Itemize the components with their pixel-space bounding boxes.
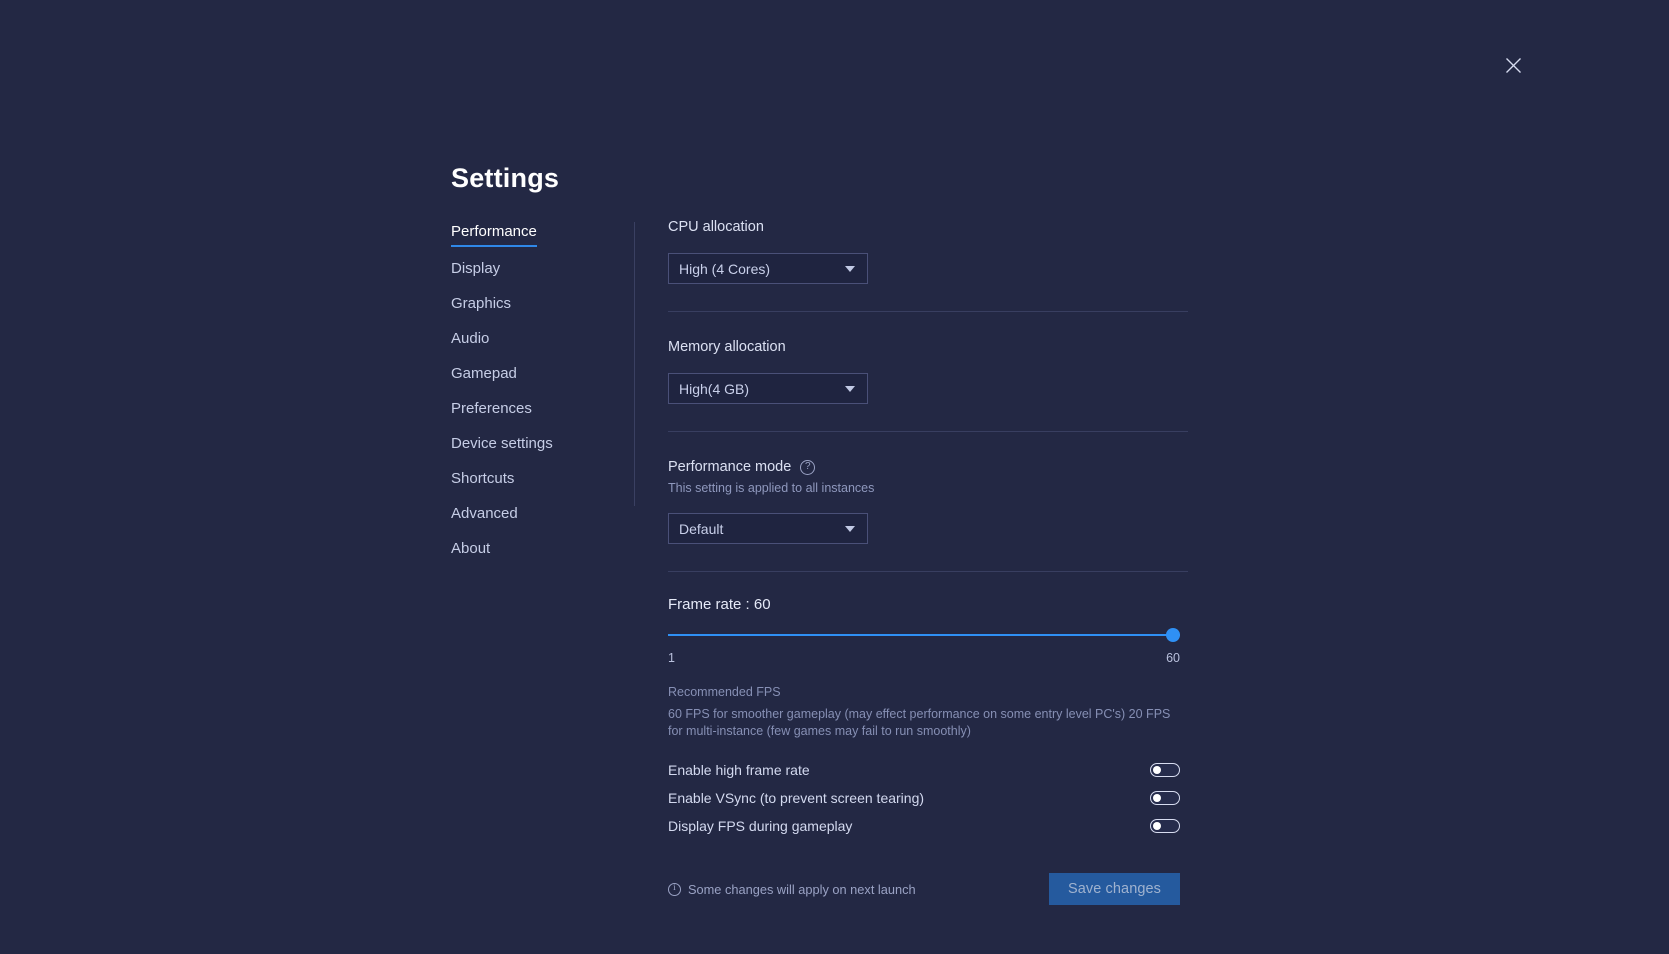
cpu-allocation-value: High (4 Cores) <box>679 260 771 277</box>
page-title: Settings <box>451 163 560 193</box>
enable-high-frame-rate-label: Enable high frame rate <box>668 762 810 778</box>
slider-scale: 1 60 <box>668 651 1180 665</box>
enable-vsync-toggle[interactable] <box>1150 791 1180 805</box>
chevron-down-icon <box>845 525 855 532</box>
info-circle-icon: i <box>668 882 681 896</box>
sidebar-item-shortcuts[interactable]: Shortcuts <box>451 470 514 492</box>
next-launch-note: i Some changes will apply on next launch <box>668 882 916 897</box>
recommended-fps-body: 60 FPS for smoother gameplay (may effect… <box>668 707 1171 738</box>
next-launch-note-text: Some changes will apply on next launch <box>688 881 916 897</box>
sidebar-item-display[interactable]: Display <box>451 260 500 282</box>
memory-allocation-section: Memory allocation High(4 GB) <box>668 312 1188 431</box>
performance-mode-label: Performance mode <box>668 459 792 475</box>
close-window-button[interactable] <box>1500 52 1526 78</box>
sidebar-content-divider <box>634 222 635 506</box>
performance-mode-section: Performance mode ? This setting is appli… <box>668 432 1188 571</box>
frame-rate-toggle-list: Enable high frame rate Enable VSync (to … <box>668 756 1188 840</box>
settings-content-panel: CPU allocation High (4 Cores) Memory all… <box>668 218 1188 905</box>
enable-high-frame-rate-toggle[interactable] <box>1150 763 1180 777</box>
slider-fill <box>668 634 1180 636</box>
toggle-row: Enable high frame rate <box>668 756 1180 784</box>
sidebar-item-advanced[interactable]: Advanced <box>451 505 518 527</box>
frame-rate-title: Frame rate : 60 <box>668 596 771 613</box>
recommended-fps-title: Recommended FPS <box>668 685 781 699</box>
performance-mode-value: Default <box>679 520 724 537</box>
toggle-row: Display FPS during gameplay <box>668 812 1180 840</box>
display-fps-toggle[interactable] <box>1150 819 1180 833</box>
settings-footer: i Some changes will apply on next launch… <box>668 873 1180 905</box>
display-fps-label: Display FPS during gameplay <box>668 818 853 834</box>
settings-window: Settings Performance Display Graphics Au… <box>0 0 1669 954</box>
sidebar-item-performance[interactable]: Performance <box>451 223 537 247</box>
slider-thumb[interactable] <box>1166 628 1180 642</box>
save-changes-button[interactable]: Save changes <box>1049 873 1180 905</box>
cpu-allocation-section: CPU allocation High (4 Cores) <box>668 218 1188 311</box>
toggle-knob <box>1153 821 1162 830</box>
sidebar-item-preferences[interactable]: Preferences <box>451 400 532 422</box>
cpu-allocation-label: CPU allocation <box>668 219 764 235</box>
performance-mode-select[interactable]: Default <box>668 513 868 544</box>
settings-sidebar: Performance Display Graphics Audio Gamep… <box>451 223 621 575</box>
sidebar-item-gamepad[interactable]: Gamepad <box>451 365 517 387</box>
slider-min-label: 1 <box>668 651 675 665</box>
chevron-down-icon <box>845 265 855 272</box>
slider-max-label: 60 <box>1166 651 1180 665</box>
enable-vsync-label: Enable VSync (to prevent screen tearing) <box>668 790 925 806</box>
sidebar-item-audio[interactable]: Audio <box>451 330 489 352</box>
sidebar-item-graphics[interactable]: Graphics <box>451 295 511 317</box>
performance-mode-sublabel: This setting is applied to all instances <box>668 481 875 495</box>
frame-rate-section: Frame rate : 60 1 60 Recommended FPS 60 … <box>668 572 1188 905</box>
memory-allocation-label: Memory allocation <box>668 339 786 355</box>
frame-rate-slider[interactable] <box>668 628 1180 642</box>
close-icon <box>1505 57 1521 73</box>
toggle-knob <box>1153 765 1162 774</box>
sidebar-item-about[interactable]: About <box>451 540 490 562</box>
cpu-allocation-select[interactable]: High (4 Cores) <box>668 253 868 284</box>
toggle-row: Enable VSync (to prevent screen tearing) <box>668 784 1180 812</box>
memory-allocation-value: High(4 GB) <box>679 380 750 397</box>
toggle-knob <box>1153 793 1162 802</box>
memory-allocation-select[interactable]: High(4 GB) <box>668 373 868 404</box>
chevron-down-icon <box>845 385 855 392</box>
help-circle-icon[interactable]: ? <box>800 459 816 475</box>
sidebar-item-device-settings[interactable]: Device settings <box>451 435 553 457</box>
